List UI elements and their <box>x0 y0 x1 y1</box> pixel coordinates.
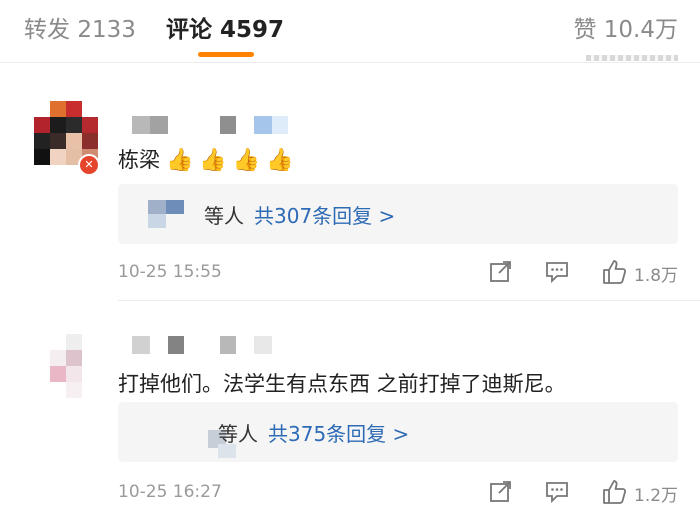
thumbs-up-emoji: 👍 <box>199 148 227 173</box>
comment-icon[interactable] <box>544 478 570 506</box>
tab-like-label: 赞 <box>573 17 597 43</box>
tab-comment-label: 评论 <box>166 17 212 43</box>
reply-summary[interactable]: 等人 共307条回复 > <box>118 184 678 244</box>
tab-repost-count: 2133 <box>77 17 136 43</box>
view-replies-link[interactable]: 共375条回复 > <box>268 422 409 446</box>
reply-prefix: 等人 <box>204 204 244 228</box>
reply-prefix: 等人 <box>218 422 258 446</box>
tab-like[interactable]: 赞 10.4万 <box>573 10 678 44</box>
comment-actions: 1.8万 <box>488 258 678 286</box>
comment-timestamp: 10-25 15:55 <box>118 262 222 282</box>
view-replies-link[interactable]: 共307条回复 > <box>254 204 395 228</box>
active-tab-indicator <box>198 52 254 57</box>
thumbs-up-emoji: 👍 <box>266 148 294 173</box>
comment-actions: 1.2万 <box>488 478 678 506</box>
comment-item: ✕ 栋梁 👍 👍 👍 👍 等人 共307条回复 > 10-25 15:55 1.8万 <box>0 96 700 296</box>
comment-timestamp: 10-25 16:27 <box>118 482 222 502</box>
reply-summary[interactable]: 等人 共375条回复 > <box>118 402 678 462</box>
tab-bar: 转发 2133 评论 4597 赞 10.4万 <box>0 0 700 63</box>
reply-summary-text: 等人 共307条回复 > <box>204 200 395 229</box>
reply-summary-text: 等人 共375条回复 > <box>218 418 409 447</box>
tab-repost-label: 转发 <box>24 17 70 43</box>
comment-text: 打掉他们。法学生有点东西 之前打掉了迪斯尼。 <box>118 372 566 396</box>
thumbs-up-emoji: 👍 <box>166 148 194 173</box>
share-icon[interactable] <box>488 258 514 286</box>
comment-icon[interactable] <box>544 258 570 286</box>
tab-like-count: 10.4万 <box>603 17 678 43</box>
reply-avatar-blurred <box>148 200 188 230</box>
like-button[interactable]: 1.2万 <box>600 478 678 506</box>
sort-hint-blurred <box>586 55 678 61</box>
comment-divider <box>118 300 700 301</box>
comment-text: 栋梁 👍 👍 👍 👍 <box>118 144 294 174</box>
thumbs-up-emoji: 👍 <box>232 148 261 173</box>
share-icon[interactable] <box>488 478 514 506</box>
tab-comment-count: 4597 <box>220 17 285 43</box>
verified-badge-icon: ✕ <box>78 154 100 176</box>
tab-comment[interactable]: 评论 4597 <box>166 10 284 44</box>
comment-text-content: 栋梁 <box>118 148 160 172</box>
reply-avatar-blurred <box>148 418 236 458</box>
like-icon <box>603 480 627 504</box>
like-count: 1.8万 <box>634 266 679 286</box>
tab-repost[interactable]: 转发 2133 <box>24 10 136 44</box>
comment-item: 打掉他们。法学生有点东西 之前打掉了迪斯尼。 等人 共375条回复 > 10-25… <box>0 312 700 517</box>
avatar[interactable] <box>34 334 100 400</box>
like-icon <box>603 260 627 284</box>
like-count: 1.2万 <box>634 486 679 506</box>
like-button[interactable]: 1.8万 <box>600 258 678 286</box>
